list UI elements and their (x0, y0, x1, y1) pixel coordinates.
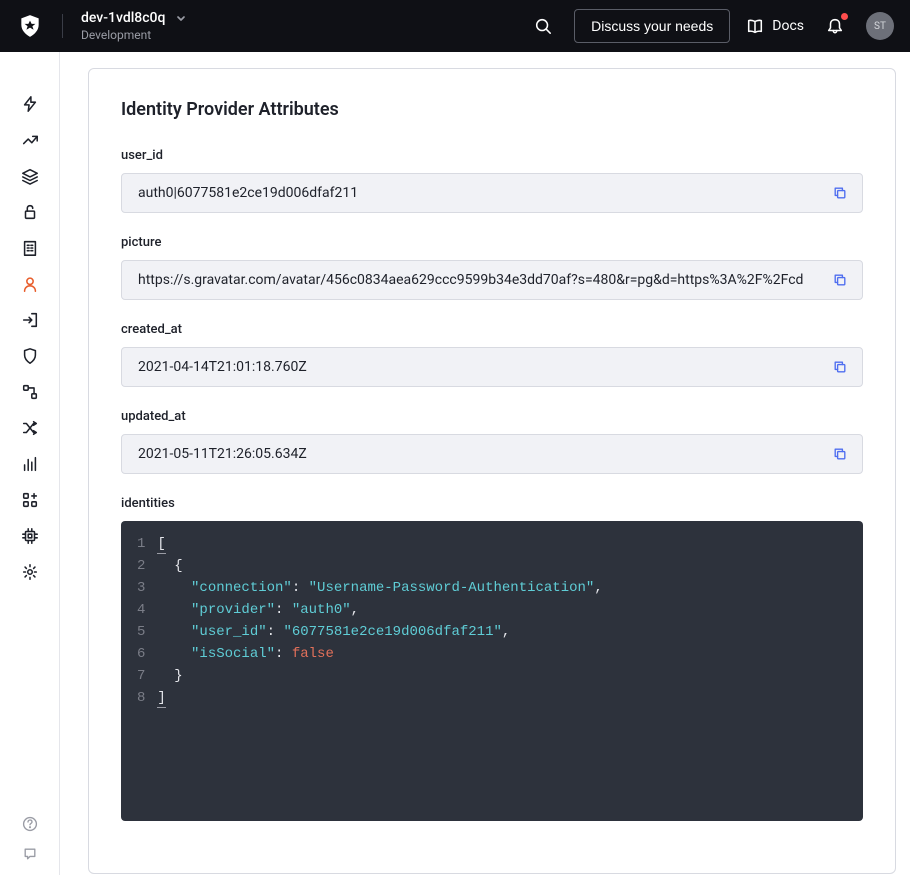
shuffle-icon (21, 419, 39, 437)
copy-icon (832, 359, 848, 375)
field-created-at: created_at 2021-04-14T21:01:18.760Z (121, 322, 863, 387)
code-content: [ { "connection": "Username-Password-Aut… (157, 533, 863, 809)
sidebar-item-security[interactable] (10, 338, 50, 374)
flow-icon (21, 383, 39, 401)
copy-icon (832, 272, 848, 288)
sidebar-item-authentication[interactable] (10, 194, 50, 230)
sidebar-feedback[interactable] (10, 839, 50, 869)
building-icon (21, 239, 39, 257)
top-header: dev-1vdl8c0q Development Discuss your ne… (0, 0, 910, 52)
chip-icon (21, 527, 39, 545)
search-icon (534, 17, 552, 35)
app-logo[interactable] (16, 12, 44, 40)
field-value-user-id: auth0|6077581e2ce19d006dfaf211 (138, 185, 826, 201)
field-label-updated-at: updated_at (121, 409, 863, 424)
shield-logo-icon (17, 13, 43, 39)
sidebar-item-activity[interactable] (10, 122, 50, 158)
help-icon (22, 816, 38, 832)
bell-icon (826, 17, 844, 35)
sidebar-item-monitoring[interactable] (10, 446, 50, 482)
bars-icon (21, 455, 39, 473)
field-value-created-at: 2021-04-14T21:01:18.760Z (138, 359, 826, 375)
tenant-selector[interactable]: dev-1vdl8c0q Development (81, 10, 187, 42)
field-label-user-id: user_id (121, 148, 863, 163)
code-line-numbers: 1 2 3 4 5 6 7 8 (121, 533, 157, 809)
content-area: Identity Provider Attributes user_id aut… (60, 52, 910, 875)
sidebar-nav (0, 52, 60, 875)
docs-link[interactable]: Docs (746, 17, 804, 35)
sidebar-item-applications[interactable] (10, 158, 50, 194)
book-icon (746, 17, 764, 35)
search-button[interactable] (528, 11, 558, 41)
copy-button-picture[interactable] (826, 266, 854, 294)
sidebar-item-settings[interactable] (10, 554, 50, 590)
layers-icon (21, 167, 39, 185)
field-value-picture: https://s.gravatar.com/avatar/456c0834ae… (138, 272, 826, 288)
sidebar-item-auth-pipeline[interactable] (10, 410, 50, 446)
sidebar-item-organizations[interactable] (10, 230, 50, 266)
card-title: Identity Provider Attributes (121, 99, 863, 120)
field-label-picture: picture (121, 235, 863, 250)
field-picture: picture https://s.gravatar.com/avatar/45… (121, 235, 863, 300)
chevron-down-icon (175, 12, 187, 24)
field-identities: identities 1 2 3 4 5 6 7 8 [ { "connecti… (121, 496, 863, 821)
login-icon (21, 311, 39, 329)
field-user-id: user_id auth0|6077581e2ce19d006dfaf211 (121, 148, 863, 213)
user-icon (21, 275, 39, 293)
identities-code-block[interactable]: 1 2 3 4 5 6 7 8 [ { "connection": "Usern… (121, 521, 863, 821)
copy-button-created-at[interactable] (826, 353, 854, 381)
idp-attributes-card: Identity Provider Attributes user_id aut… (88, 68, 896, 874)
sidebar-item-extensions[interactable] (10, 518, 50, 554)
copy-button-updated-at[interactable] (826, 440, 854, 468)
trend-icon (21, 131, 39, 149)
sidebar-item-user-management[interactable] (10, 266, 50, 302)
field-box-created-at: 2021-04-14T21:01:18.760Z (121, 347, 863, 387)
sidebar-item-marketplace[interactable] (10, 482, 50, 518)
sidebar-item-branding[interactable] (10, 302, 50, 338)
lock-icon (21, 203, 39, 221)
grid-plus-icon (21, 491, 39, 509)
field-label-created-at: created_at (121, 322, 863, 337)
gear-icon (21, 563, 39, 581)
field-updated-at: updated_at 2021-05-11T21:26:05.634Z (121, 409, 863, 474)
chat-icon (22, 846, 38, 862)
field-box-picture: https://s.gravatar.com/avatar/456c0834ae… (121, 260, 863, 300)
copy-icon (832, 446, 848, 462)
bolt-icon (21, 95, 39, 113)
field-value-updated-at: 2021-05-11T21:26:05.634Z (138, 446, 826, 462)
docs-label: Docs (772, 18, 804, 34)
field-box-user-id: auth0|6077581e2ce19d006dfaf211 (121, 173, 863, 213)
notification-indicator (841, 13, 848, 20)
sidebar-help[interactable] (10, 809, 50, 839)
tenant-environment: Development (81, 28, 187, 42)
discuss-needs-button[interactable]: Discuss your needs (574, 9, 730, 43)
user-avatar[interactable]: ST (866, 12, 894, 40)
sidebar-item-actions[interactable] (10, 374, 50, 410)
copy-icon (832, 185, 848, 201)
tenant-name: dev-1vdl8c0q (81, 10, 165, 26)
shield-icon (21, 347, 39, 365)
sidebar-item-getting-started[interactable] (10, 86, 50, 122)
field-label-identities: identities (121, 496, 863, 511)
field-box-updated-at: 2021-05-11T21:26:05.634Z (121, 434, 863, 474)
header-divider (62, 14, 63, 38)
copy-button-user-id[interactable] (826, 179, 854, 207)
